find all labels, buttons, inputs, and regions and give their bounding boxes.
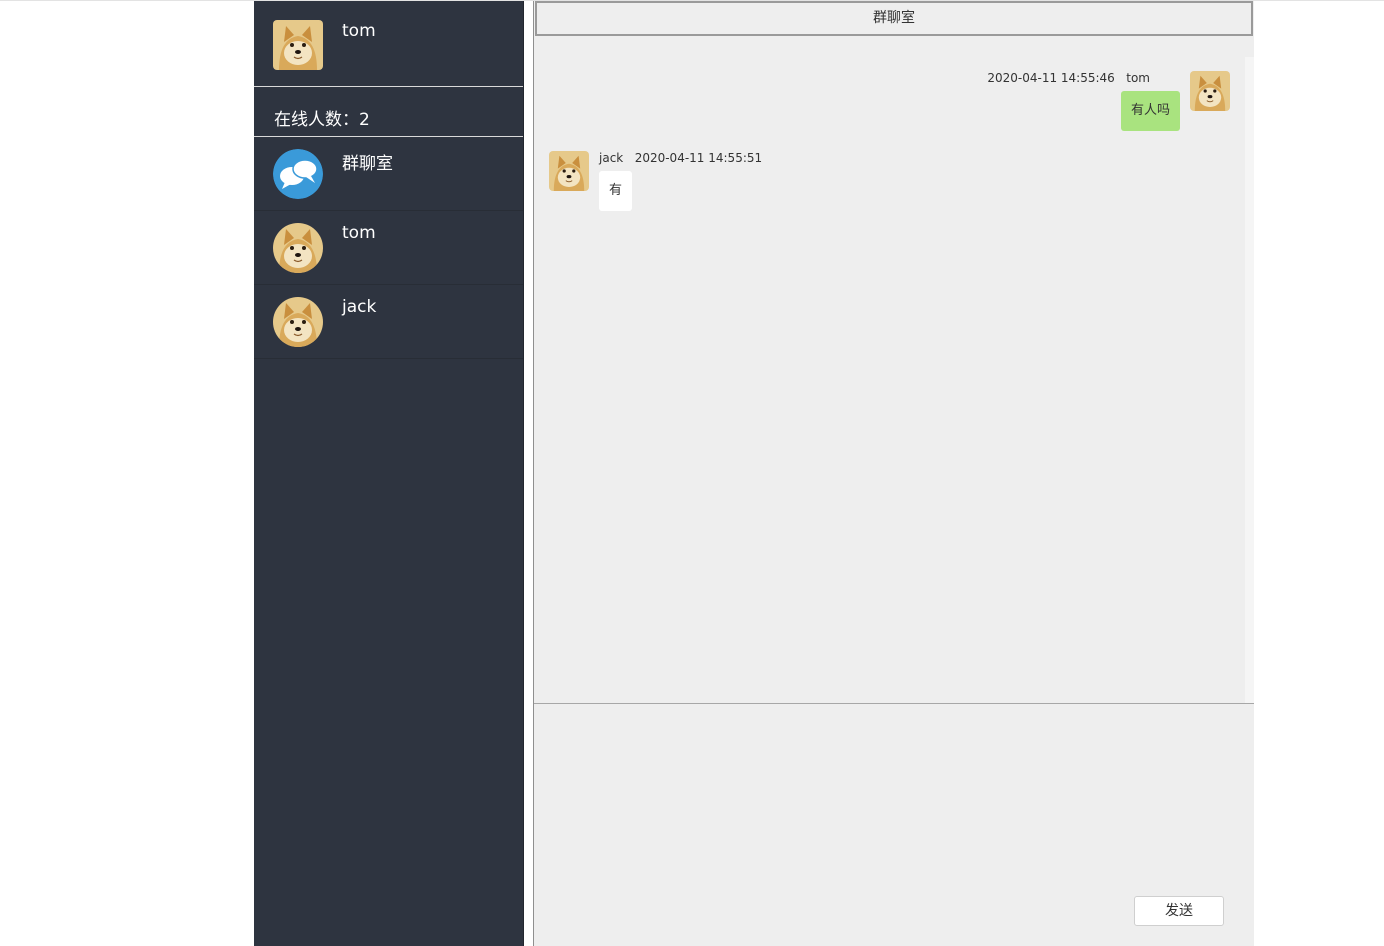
shiba-dog-avatar-icon [273,223,323,273]
current-user-panel: tom [254,1,523,87]
message-list: 2020-04-11 14:55:46 tom 有人吗 jack 2020-04… [534,37,1254,703]
contact-name: jack [342,297,377,317]
contact-name: 群聊室 [342,154,393,174]
contact-item-group-chat[interactable]: 群聊室 [254,137,523,211]
contact-item-jack[interactable]: jack [254,285,523,359]
shiba-dog-avatar-icon [273,20,323,70]
message-sender: tom [1126,71,1150,85]
shiba-dog-avatar-icon [273,297,323,347]
current-user-name: tom [342,21,376,41]
shiba-dog-avatar-icon[interactable] [549,151,589,191]
group-chat-icon [273,149,323,199]
contact-name: tom [342,223,376,243]
message-time: 2020-04-11 14:55:51 [634,151,763,165]
sidebar: tom 在线人数：2 群聊室 tom jack [254,1,524,946]
chat-title: 群聊室 [535,1,1253,36]
message-sender: jack [599,151,624,165]
chat-panel: 群聊室 2020-04-11 14:55:46 tom 有人吗 jack 202… [533,1,1254,946]
current-user-avatar[interactable] [273,20,323,70]
contact-item-tom[interactable]: tom [254,211,523,285]
message-input[interactable]: 发送 [534,704,1254,946]
message-meta: jack 2020-04-11 14:55:51 [599,151,762,165]
message-bubble-mine: 有人吗 [1120,91,1180,131]
message-time: 2020-04-11 14:55:46 [987,71,1115,85]
message-meta: 2020-04-11 14:55:46 tom [987,71,1150,85]
page-margin-right [1254,1,1384,946]
message-scrollbar[interactable] [1245,57,1254,703]
online-count: 在线人数：2 [254,87,523,137]
shiba-dog-avatar-icon[interactable] [1190,71,1230,111]
message-bubble-other: 有 [599,171,633,211]
send-button[interactable]: 发送 [1134,896,1224,926]
